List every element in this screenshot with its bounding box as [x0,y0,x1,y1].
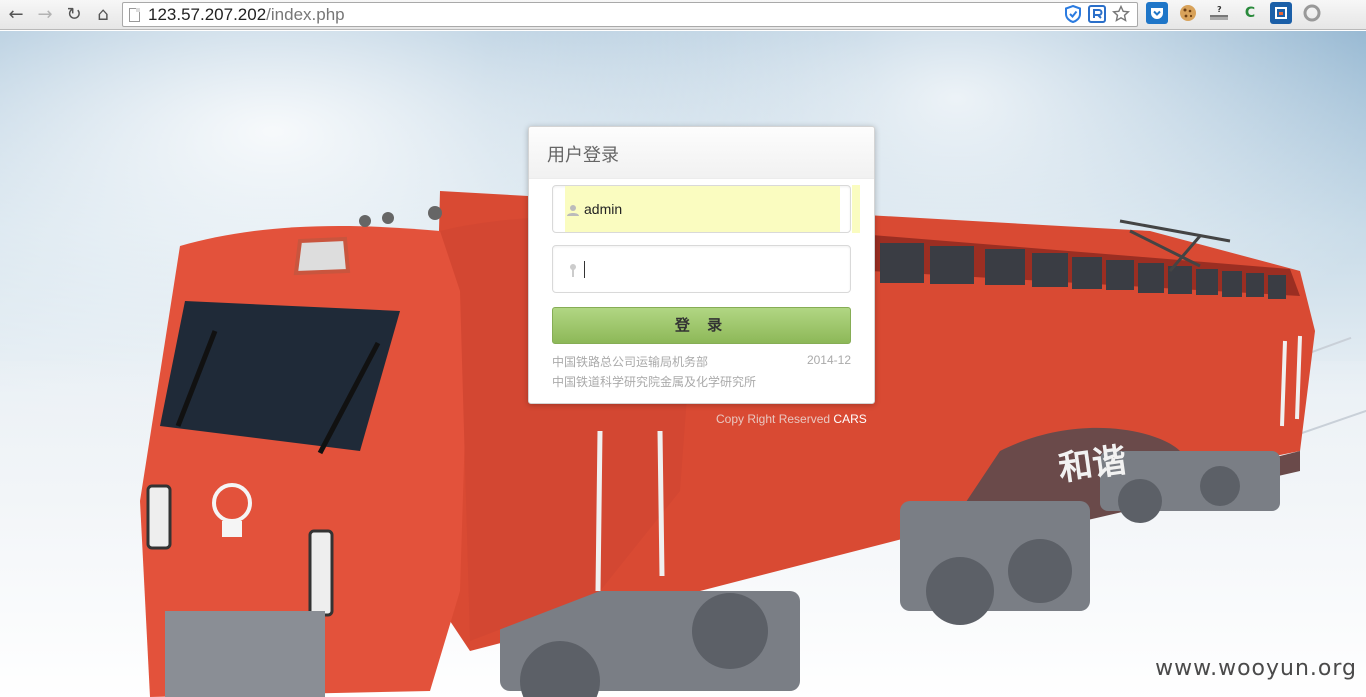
url-host: 123.57.207.202 [148,4,267,24]
watermark-text: www.wooyun.org [1155,656,1357,681]
org-date: 2014-12 [806,353,851,367]
autofill-highlight-edge [852,185,860,233]
user-icon [567,205,579,216]
page-icon [129,7,140,22]
username-field[interactable]: admin [552,185,851,233]
pocket-extension-icon[interactable] [1146,2,1168,24]
forward-button[interactable]: → [32,2,58,28]
cookie-extension-icon[interactable] [1177,2,1199,24]
copyright-text: Copy Right Reserved CARS [716,412,867,426]
reload-button[interactable]: ↻ [61,2,87,28]
org-line-2: 中国铁道科学研究院金属及化学研究所 [552,375,757,389]
blue-square-extension-icon[interactable] [1270,2,1292,24]
login-panel: 用户登录 admin 登 录 中国铁路总公司运输局机务部 2014-12 中国铁… [528,126,875,404]
browser-toolbar: ← → ↻ ⌂ 123.57.207.202/index.php ? C [0,0,1366,30]
username-value: admin [584,201,623,217]
star-bookmark-icon[interactable] [1111,4,1131,24]
c-extension-icon[interactable]: C [1239,2,1261,24]
scale-extension-icon[interactable]: ? [1208,2,1230,24]
copyright-brand: CARS [833,412,867,426]
shield-icon[interactable] [1063,4,1083,24]
key-icon [570,264,576,277]
home-button[interactable]: ⌂ [90,2,116,28]
login-button[interactable]: 登 录 [552,307,851,344]
password-field[interactable] [552,245,851,293]
rss-r-icon[interactable] [1087,4,1107,24]
login-header: 用户登录 [529,127,874,179]
reload-icon: ↻ [66,4,82,25]
url-path: /index.php [266,4,345,24]
login-title: 用户登录 [547,145,619,166]
org-line-1: 中国铁路总公司运输局机务部 [552,355,709,369]
address-bar[interactable]: 123.57.207.202/index.php [122,2,1138,27]
svg-text:?: ? [1217,5,1222,14]
back-button[interactable]: ← [3,2,29,28]
copyright-prefix: Copy Right Reserved [716,412,831,426]
text-caret [584,261,585,278]
home-icon: ⌂ [97,4,109,25]
back-arrow-icon: ← [8,4,24,25]
forward-arrow-icon: → [37,4,53,25]
circle-extension-icon[interactable] [1301,2,1323,24]
